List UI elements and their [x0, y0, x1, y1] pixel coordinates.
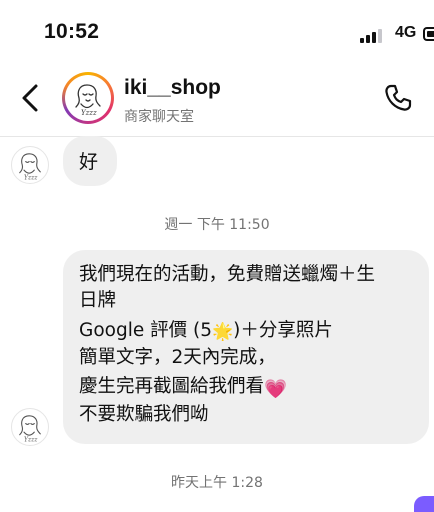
message-bubble[interactable]: 我們現在的活動，免費贈送蠟燭＋生 日牌 Google 評價 (5🌟)＋分享照片 … [63, 250, 429, 444]
message-line: Google 評價 (5🌟)＋分享照片 [79, 318, 333, 345]
shop-logo-icon: Yzzz [75, 84, 101, 117]
heart-emoji-icon: 💗 [264, 379, 288, 400]
message-bubble[interactable]: 好 [63, 136, 117, 186]
svg-text:Yzzz: Yzzz [81, 109, 97, 117]
back-button[interactable] [14, 78, 48, 118]
message-line: 我們現在的活動，免費贈送蠟燭＋生 [79, 264, 376, 285]
chevron-left-icon [22, 84, 38, 112]
svg-text:Yzzz: Yzzz [24, 437, 38, 444]
star-emoji-icon: 🌟 [212, 322, 234, 342]
message-timestamp: 昨天上午 1:28 [171, 475, 263, 491]
message-line: 不要欺騙我們呦 [79, 404, 209, 425]
network-type: 4G [395, 24, 417, 41]
sender-avatar[interactable]: Yzzz [11, 408, 49, 446]
message-text: 慶生完再截圖給我們看 [79, 376, 265, 397]
shop-logo-icon: Yzzz [19, 415, 41, 444]
battery-icon [423, 27, 434, 41]
status-time: 10:52 [44, 20, 100, 43]
message-text: Google 評價 (5 [79, 320, 212, 341]
chat-header: Yzzz iki__shop 商家聊天室 [0, 62, 434, 137]
message-line: 日牌 [79, 290, 117, 311]
sender-avatar[interactable]: Yzzz [11, 146, 49, 184]
signal-strength-icon [360, 27, 386, 43]
message-line: 簡單文字，2天內完成， [79, 347, 276, 368]
chat-subtitle: 商家聊天室 [124, 109, 194, 125]
message-text: 好 [79, 151, 99, 173]
shop-logo-icon: Yzzz [19, 153, 41, 182]
status-bar: 10:52 4G [0, 0, 434, 62]
shop-avatar[interactable]: Yzzz [62, 72, 114, 124]
message-line: 慶生完再截圖給我們看💗 [79, 374, 288, 400]
message-list[interactable]: Yzzz 好 週一 下午 11:50 我們現在的活動，免費贈送蠟燭＋生 日牌 G… [0, 136, 434, 512]
outgoing-message-bubble[interactable] [414, 496, 434, 512]
call-button[interactable] [380, 80, 416, 116]
chat-title[interactable]: iki__shop [124, 76, 221, 100]
message-timestamp: 週一 下午 11:50 [164, 217, 270, 233]
svg-text:Yzzz: Yzzz [24, 175, 38, 182]
phone-icon [385, 84, 412, 111]
message-text: )＋分享照片 [233, 320, 333, 341]
